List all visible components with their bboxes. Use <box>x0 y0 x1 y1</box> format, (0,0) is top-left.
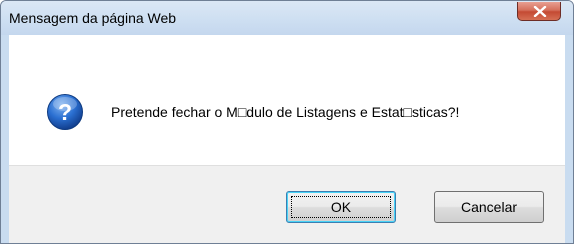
dialog-message: Pretende fechar o M□dulo de Listagens e … <box>111 104 460 120</box>
button-bar: OK Cancelar <box>9 165 565 243</box>
svg-text:?: ? <box>58 99 72 125</box>
cancel-button-label: Cancelar <box>460 199 518 215</box>
close-icon <box>533 6 547 17</box>
dialog-title: Mensagem da página Web <box>9 10 177 26</box>
close-button[interactable] <box>517 2 561 21</box>
cancel-button[interactable]: Cancelar <box>434 191 544 223</box>
dialog-window: Mensagem da página Web ? Pretende fechar… <box>0 0 574 244</box>
question-icon: ? <box>47 94 83 130</box>
dialog-content: ? Pretende fechar o M□dulo de Listagens … <box>9 35 565 165</box>
title-bar: Mensagem da página Web <box>1 1 573 35</box>
focus-rectangle <box>291 196 391 218</box>
ok-button[interactable]: OK <box>286 191 396 223</box>
